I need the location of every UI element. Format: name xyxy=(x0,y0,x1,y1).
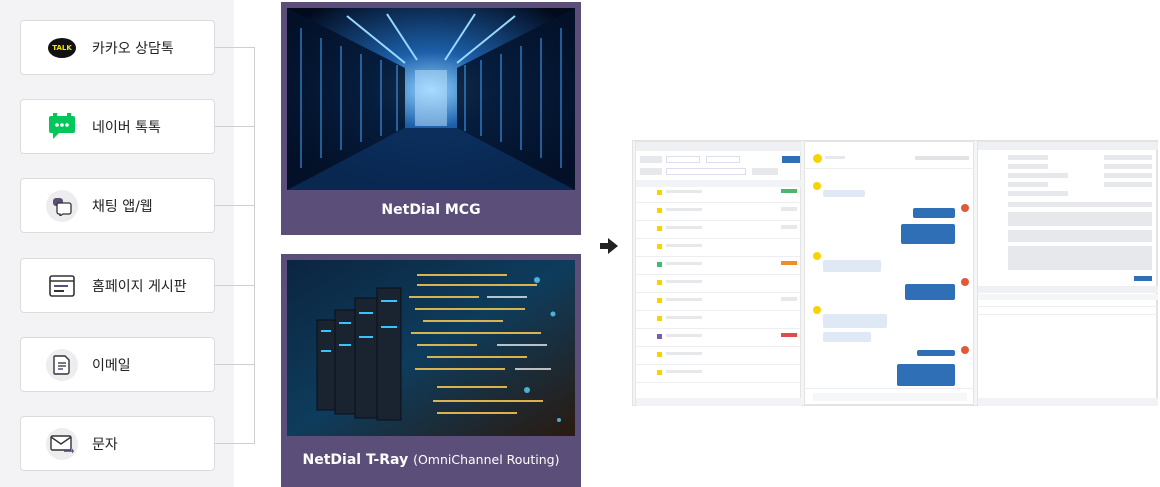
channel-sms: 문자 xyxy=(20,416,215,471)
chat-pane xyxy=(804,141,975,405)
platform-title: NetDial MCG xyxy=(381,202,481,218)
channel-kakaotalk: TALK 카카오 상담톡 xyxy=(20,20,215,75)
channel-label: 홈페이지 게시판 xyxy=(92,278,187,295)
platform-netdial-mcg: NetDial MCG xyxy=(281,2,581,235)
channel-label: 이메일 xyxy=(92,357,131,374)
channel-label: 네이버 톡톡 xyxy=(92,119,161,136)
channel-label: 문자 xyxy=(92,436,118,453)
envelope-icon xyxy=(46,427,78,460)
document-icon xyxy=(46,348,78,381)
platform-title: NetDial T-Ray (OmniChannel Routing) xyxy=(302,452,560,468)
code-server-image xyxy=(287,260,575,436)
server-room-image xyxy=(287,8,575,190)
kakaotalk-icon: TALK xyxy=(46,32,78,64)
arrow-right-icon xyxy=(600,238,618,258)
channel-email: 이메일 xyxy=(20,337,215,392)
browser-window-icon xyxy=(46,270,78,302)
channel-chat-app-web: 채팅 앱/웹 xyxy=(20,178,215,233)
channel-panel: TALK 카카오 상담톡 네이버 톡톡 채팅 앱/웹 홈페이지 게시판 이메일 … xyxy=(0,0,234,487)
customer-form-pane xyxy=(977,141,1158,406)
conversation-list-pane xyxy=(635,141,802,406)
channel-homepage-board: 홈페이지 게시판 xyxy=(20,258,215,313)
channel-label: 채팅 앱/웹 xyxy=(92,198,153,215)
chat-bubbles-icon xyxy=(46,189,78,222)
channel-naver-talktalk: 네이버 톡톡 xyxy=(20,99,215,154)
omnichannel-console-screenshot xyxy=(632,140,1158,406)
channel-label: 카카오 상담톡 xyxy=(92,40,174,57)
platform-netdial-tray: NetDial T-Ray (OmniChannel Routing) xyxy=(281,254,581,487)
naver-talktalk-icon xyxy=(46,111,78,143)
